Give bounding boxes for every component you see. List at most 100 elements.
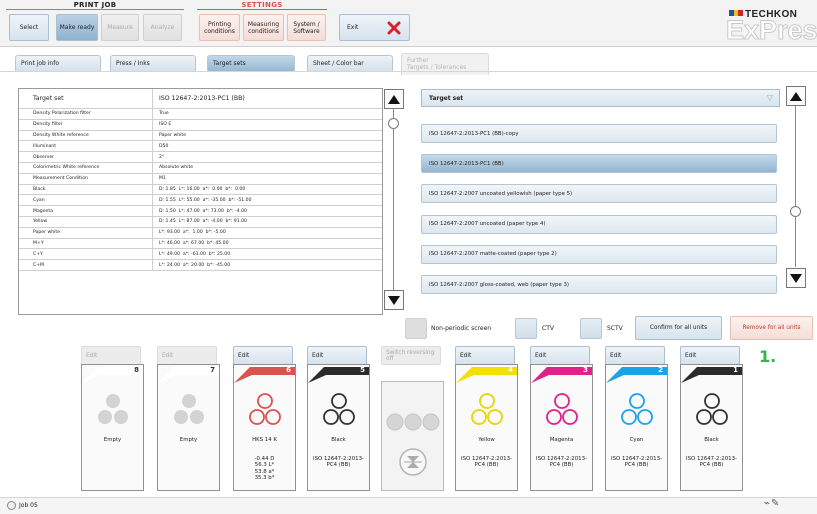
perfecting-unit-card[interactable] (381, 381, 444, 491)
table-row: Black D: 1.85 L*: 16.00 a*: 0.00 b*: 0.00 (19, 184, 382, 196)
edit-unit-button[interactable]: Edit (455, 346, 515, 365)
unit-number: 7 (210, 366, 215, 374)
ink-name: Black (331, 437, 346, 443)
sctv-toggle[interactable] (580, 318, 602, 339)
table-scroll-thumb[interactable] (388, 118, 399, 129)
table-cell-key: C+M (19, 260, 153, 270)
target-set-dropdown[interactable]: Target set ▽ (421, 89, 780, 107)
print-job-group-title: PRINT JOB (73, 1, 117, 9)
ink-icon (308, 367, 369, 425)
print-job-group-line (6, 9, 184, 10)
ink-name: Magenta (549, 437, 574, 443)
confirm-all-units-button[interactable]: Confirm for all units (635, 316, 722, 340)
sctv-label: SCTV (607, 325, 623, 332)
table-cell-value: L*: 24.00 a*: 20.00 b*: -45.00 (159, 262, 231, 268)
edit-unit-button[interactable]: Edit (233, 346, 293, 365)
table-cell-value: L*: 93.00 a*: 1.00 b*: -5.00 (159, 230, 226, 236)
job-status-icon (7, 501, 16, 510)
print-unit-card[interactable]: 4 Yellow ISO 12647-2:2013- PC4 (BB) (455, 364, 518, 491)
edit-unit-button[interactable]: Edit (307, 346, 367, 365)
arrow-down-icon (790, 273, 802, 283)
print-unit-card[interactable]: 2 Cyan ISO 12647-2:2013- PC4 (BB) (605, 364, 668, 491)
table-row: Yellow D: 1.45 L*: 87.00 a*: -4.00 b*: 91… (19, 216, 382, 228)
table-cell-key: Measurement Condition (19, 173, 153, 184)
target-set-item[interactable]: ISO 12647-2:2013-PC1 (BB)-copy (421, 124, 777, 143)
analyze-button[interactable]: Analyze (143, 14, 182, 41)
table-cell-value: 2° (159, 154, 165, 160)
list-scroll-track[interactable] (795, 106, 796, 267)
table-cell-key: Density White reference (19, 130, 153, 141)
table-header-row: Target set ISO 12647-2:2013-PC1 (BB) (19, 89, 382, 109)
edit-unit-button[interactable]: Edit (157, 346, 217, 365)
measuring-conditions-button[interactable]: Measuring conditions (243, 14, 284, 41)
list-scroll-up-button[interactable] (786, 86, 806, 106)
ink-icon (158, 367, 219, 424)
list-scroll-thumb[interactable] (790, 206, 801, 217)
switch-reversing-button[interactable]: Switch reversing off (381, 346, 441, 365)
table-cell-key: Observer (19, 152, 153, 162)
print-unit-card[interactable]: 8 Empty (81, 364, 144, 491)
unit-number: 4 (508, 366, 513, 374)
unit-number: 2 (658, 366, 663, 374)
target-set-item[interactable]: ISO 12647-2:2007 matte-coated (paper typ… (421, 244, 777, 264)
target-set-item[interactable]: ISO 12647-2:2007 uncoated (paper type 4) (421, 214, 777, 234)
target-set-dropdown-label: Target set (429, 94, 464, 102)
list-scroll-down-button[interactable] (786, 268, 806, 288)
ink-name: Yellow (478, 437, 495, 443)
target-set-item[interactable]: ISO 12647-2:2007 uncoated yellowish (pap… (421, 184, 777, 204)
print-unit-card[interactable]: 7 Empty (157, 364, 220, 491)
ink-target: ISO 12647-2:2013- PC4 (BB) (313, 456, 364, 469)
table-row: M+Y L*: 46.00 a*: 67.00 b*: 45.00 (19, 238, 382, 250)
ink-target: ISO 12647-2:2013- PC4 (BB) (461, 456, 512, 469)
table-scroll-down-button[interactable] (384, 290, 404, 310)
non-periodic-screen-toggle[interactable] (405, 318, 427, 339)
tab-divider (0, 71, 817, 72)
table-row: Magenta D: 1.50 L*: 47.00 a*: 73.00 b*: -… (19, 206, 382, 217)
table-cell-key: Illuminant (19, 141, 153, 152)
tab-sheet-color-bar[interactable]: Sheet / Color bar (307, 55, 393, 71)
make-ready-button[interactable]: Make ready (56, 14, 98, 41)
arrow-down-icon (388, 295, 400, 305)
edit-unit-button[interactable]: Edit (530, 346, 590, 365)
ink-name: HKS 14 K (252, 437, 277, 443)
ink-target: -0.44 D 56.3 L* 53.8 a* 35.3 b* (254, 456, 275, 482)
table-scroll-track[interactable] (393, 109, 394, 290)
table-cell-key: Colorimetric White reference (19, 162, 153, 173)
exit-button[interactable]: Exit (339, 14, 410, 41)
table-cell-key: Magenta (19, 206, 153, 216)
edit-unit-button[interactable]: Edit (81, 346, 141, 365)
target-set-item[interactable]: ISO 12647-2:2013-PC1 (BB) (421, 154, 777, 174)
system-software-button[interactable]: System / Software (287, 14, 326, 41)
table-cell-key: Density filter (19, 119, 153, 130)
table-cell-value: D: 1.85 L*: 16.00 a*: 0.00 b*: 0.00 (159, 186, 246, 192)
print-unit-card[interactable]: 1 Black ISO 12647-2:2013- PC4 (BB) (680, 364, 743, 491)
table-cell-value: L*: 49.00 a*: -63.00 b*: 25.00 (159, 251, 231, 257)
unit-number: 1 (733, 366, 738, 374)
table-cell-key: Cyan (19, 195, 153, 206)
tab-print-job-info[interactable]: Print job info (15, 55, 101, 71)
table-row: Cyan D: 1.55 L*: 55.00 a*: -35.00 b*: -51… (19, 195, 382, 207)
exit-label: Exit (347, 24, 359, 31)
table-scroll-up-button[interactable] (384, 89, 404, 109)
measure-button[interactable]: Measure (101, 14, 139, 41)
table-row: Paper white L*: 93.00 a*: 1.00 b*: -5.00 (19, 227, 382, 239)
table-row: C+Y L*: 49.00 a*: -63.00 b*: 25.00 (19, 249, 382, 261)
printing-conditions-button[interactable]: Printing conditions (199, 14, 240, 41)
remove-all-units-button[interactable]: Remove for all units (730, 316, 813, 340)
print-unit-card[interactable]: 5 Black ISO 12647-2:2013- PC4 (BB) (307, 364, 370, 491)
tab-target-sets[interactable]: Target sets (207, 55, 295, 71)
ink-icon (456, 367, 517, 425)
table-cell-value: ISO E (159, 122, 172, 128)
table-header-key: Target set (19, 89, 153, 108)
ctv-toggle[interactable] (515, 318, 537, 339)
table-cell-key: Paper white (19, 227, 153, 238)
edit-unit-button[interactable]: Edit (605, 346, 665, 365)
print-unit-card[interactable]: 3 Magenta ISO 12647-2:2013- PC4 (BB) (530, 364, 593, 491)
print-unit-card[interactable]: 6 HKS 14 K -0.44 D 56.3 L* 53.8 a* 35.3 b* (233, 364, 296, 491)
select-button[interactable]: Select (9, 14, 49, 41)
tab-press-inks[interactable]: Press / Inks (110, 55, 196, 71)
target-set-item[interactable]: ISO 12647-2:2007 gloss-coated, web (pape… (421, 275, 777, 294)
table-cell-key: Black (19, 184, 153, 195)
edit-unit-button[interactable]: Edit (680, 346, 740, 365)
ink-icon (531, 367, 592, 425)
